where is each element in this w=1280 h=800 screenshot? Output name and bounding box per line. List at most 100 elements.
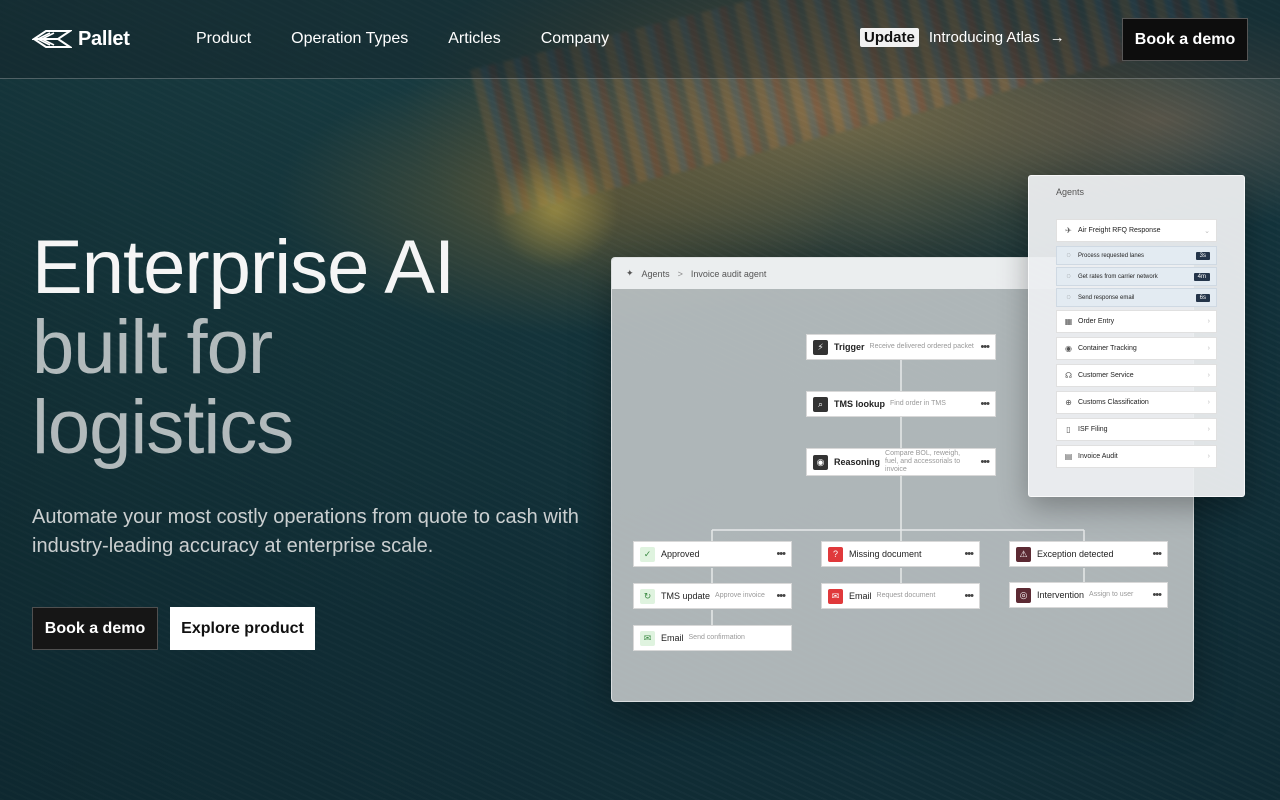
more-icon[interactable]: ••• — [980, 456, 990, 468]
agent-item-container-tracking[interactable]: ◉ Container Tracking › — [1056, 337, 1217, 360]
agent-item-order-entry[interactable]: ▦ Order Entry › — [1056, 310, 1217, 333]
node-desc: Compare BOL, reweigh, fuel, and accessor… — [885, 450, 961, 473]
node-title: Approved — [661, 549, 700, 559]
chevron-down-icon: ⌄ — [1204, 227, 1210, 235]
agent-step-process-lanes: ◌ Process requested lanes 3s — [1056, 246, 1217, 265]
check-circle-icon: ◌ — [1066, 273, 1071, 280]
chevron-right-icon: › — [1207, 318, 1210, 325]
nav-links: Product Operation Types Articles Company — [196, 30, 609, 48]
node-desc: Receive delivered ordered packet — [869, 343, 974, 350]
hero-title-line-1: Enterprise AI — [32, 225, 455, 310]
agent-step-time: 4m — [1193, 272, 1210, 281]
plane-icon: ✈ — [1065, 226, 1072, 235]
node-email-confirmation[interactable]: ✉ Email Send confirmation — [633, 625, 792, 651]
explore-product-button[interactable]: Explore product — [170, 607, 315, 650]
more-icon[interactable]: ••• — [964, 548, 974, 560]
question-icon: ? — [828, 546, 843, 562]
agent-item-label: Invoice Audit — [1078, 453, 1118, 460]
announcement-text: Introducing Atlas — [928, 29, 1040, 46]
agent-item-label: Customs Classification — [1078, 399, 1149, 406]
node-email-request[interactable]: ✉ Email Request document ••• — [821, 583, 980, 609]
agent-step-label: Send response email — [1078, 294, 1135, 301]
node-title: Exception detected — [1037, 549, 1114, 559]
more-icon[interactable]: ••• — [776, 590, 786, 602]
hero-title-line-2: built for — [32, 305, 273, 390]
calendar-icon: ▦ — [1064, 317, 1073, 326]
chevron-right-icon: › — [1207, 345, 1210, 352]
pallet-logo-icon — [32, 30, 72, 48]
more-icon[interactable]: ••• — [964, 590, 974, 602]
arrow-right-icon: → — [1049, 29, 1065, 46]
node-title: Missing document — [849, 549, 922, 559]
node-desc: Assign to user — [1089, 591, 1134, 598]
bolt-icon: ⚡ — [813, 339, 828, 355]
logo[interactable]: Pallet — [32, 27, 130, 51]
nav-link-product[interactable]: Product — [196, 30, 251, 48]
nav-book-demo-button[interactable]: Book a demo — [1122, 18, 1248, 61]
search-icon: ⌕ — [813, 396, 828, 412]
refresh-icon: ↻ — [640, 588, 655, 604]
node-missing-document[interactable]: ? Missing document ••• — [821, 541, 980, 567]
document-icon: ▤ — [1064, 452, 1073, 461]
globe-icon: ⊕ — [1065, 398, 1072, 407]
nav-link-company[interactable]: Company — [541, 30, 609, 48]
user-icon: ◎ — [1016, 587, 1031, 603]
node-desc: Find order in TMS — [890, 400, 946, 407]
agent-step-time: 3s — [1195, 251, 1210, 260]
agent-item-label: Air Freight RFQ Response — [1078, 227, 1161, 234]
node-exception-detected[interactable]: ⚠ Exception detected ••• — [1009, 541, 1168, 567]
more-icon[interactable]: ••• — [1152, 548, 1162, 560]
warning-icon: ⚠ — [1016, 546, 1031, 562]
agent-step-time: 6s — [1195, 293, 1210, 302]
agent-item-label: Order Entry — [1078, 318, 1115, 325]
agent-step-send-email: ◌ Send response email 6s — [1056, 288, 1217, 307]
nav-link-articles[interactable]: Articles — [448, 30, 500, 48]
node-title: Reasoning — [834, 457, 881, 467]
node-title: Trigger — [834, 342, 865, 352]
more-icon[interactable]: ••• — [776, 548, 786, 560]
node-title: Intervention — [1037, 590, 1085, 600]
agent-item-customer-service[interactable]: ☊ Customer Service › — [1056, 364, 1217, 387]
agent-item-label: Customer Service — [1078, 372, 1134, 379]
agent-step-label: Get rates from carrier network — [1078, 273, 1158, 280]
mail-icon: ✉ — [640, 630, 655, 646]
file-icon: ▯ — [1066, 425, 1071, 434]
hero-subtitle: Automate your most costly operations fro… — [32, 506, 579, 557]
node-tms-lookup[interactable]: ⌕ TMS lookup Find order in TMS ••• — [806, 391, 996, 417]
node-title: Email — [661, 633, 684, 643]
agents-panel: Agents ✈ Air Freight RFQ Response ⌄ ◌ Pr… — [1028, 175, 1245, 497]
update-badge: Update — [860, 28, 919, 47]
node-reasoning[interactable]: ◉ Reasoning Compare BOL, reweigh, fuel, … — [806, 448, 996, 476]
nav-link-operation-types[interactable]: Operation Types — [291, 30, 408, 48]
more-icon[interactable]: ••• — [980, 398, 990, 410]
agent-item-invoice-audit[interactable]: ▤ Invoice Audit › — [1056, 445, 1217, 468]
node-tms-update[interactable]: ↻ TMS update Approve invoice ••• — [633, 583, 792, 609]
more-icon[interactable]: ••• — [1152, 589, 1162, 601]
check-circle-icon: ◌ — [1066, 252, 1071, 259]
agent-step-get-rates: ◌ Get rates from carrier network 4m — [1056, 267, 1217, 286]
node-intervention[interactable]: ◎ Intervention Assign to user ••• — [1009, 582, 1168, 608]
node-title: TMS lookup — [834, 399, 885, 409]
brain-icon: ◉ — [813, 454, 828, 470]
check-circle-icon: ◌ — [1066, 294, 1071, 301]
chevron-right-icon: › — [1207, 453, 1210, 460]
node-title: Email — [849, 591, 872, 601]
pin-icon: ◉ — [1065, 344, 1072, 353]
node-trigger[interactable]: ⚡ Trigger Receive delivered ordered pack… — [806, 334, 996, 360]
hero-book-demo-button[interactable]: Book a demo — [32, 607, 158, 650]
agent-item-customs-classification[interactable]: ⊕ Customs Classification › — [1056, 391, 1217, 414]
agent-item-isf-filing[interactable]: ▯ ISF Filing › — [1056, 418, 1217, 441]
more-icon[interactable]: ••• — [980, 341, 990, 353]
agents-panel-title: Agents — [1056, 187, 1085, 197]
node-approved[interactable]: ✓ Approved ••• — [633, 541, 792, 567]
check-icon: ✓ — [640, 546, 655, 562]
hero-title: Enterprise AI built for logistics — [32, 228, 592, 468]
agent-step-label: Process requested lanes — [1078, 252, 1145, 259]
logo-text: Pallet — [78, 27, 130, 50]
mail-icon: ✉ — [828, 588, 843, 604]
headset-icon: ☊ — [1064, 371, 1073, 380]
announcement-link[interactable]: Update Introducing Atlas → — [860, 28, 1065, 47]
agent-item-air-freight-rfq[interactable]: ✈ Air Freight RFQ Response ⌄ — [1056, 219, 1217, 242]
node-desc: Approve invoice — [715, 592, 765, 599]
chevron-right-icon: › — [1207, 399, 1210, 406]
